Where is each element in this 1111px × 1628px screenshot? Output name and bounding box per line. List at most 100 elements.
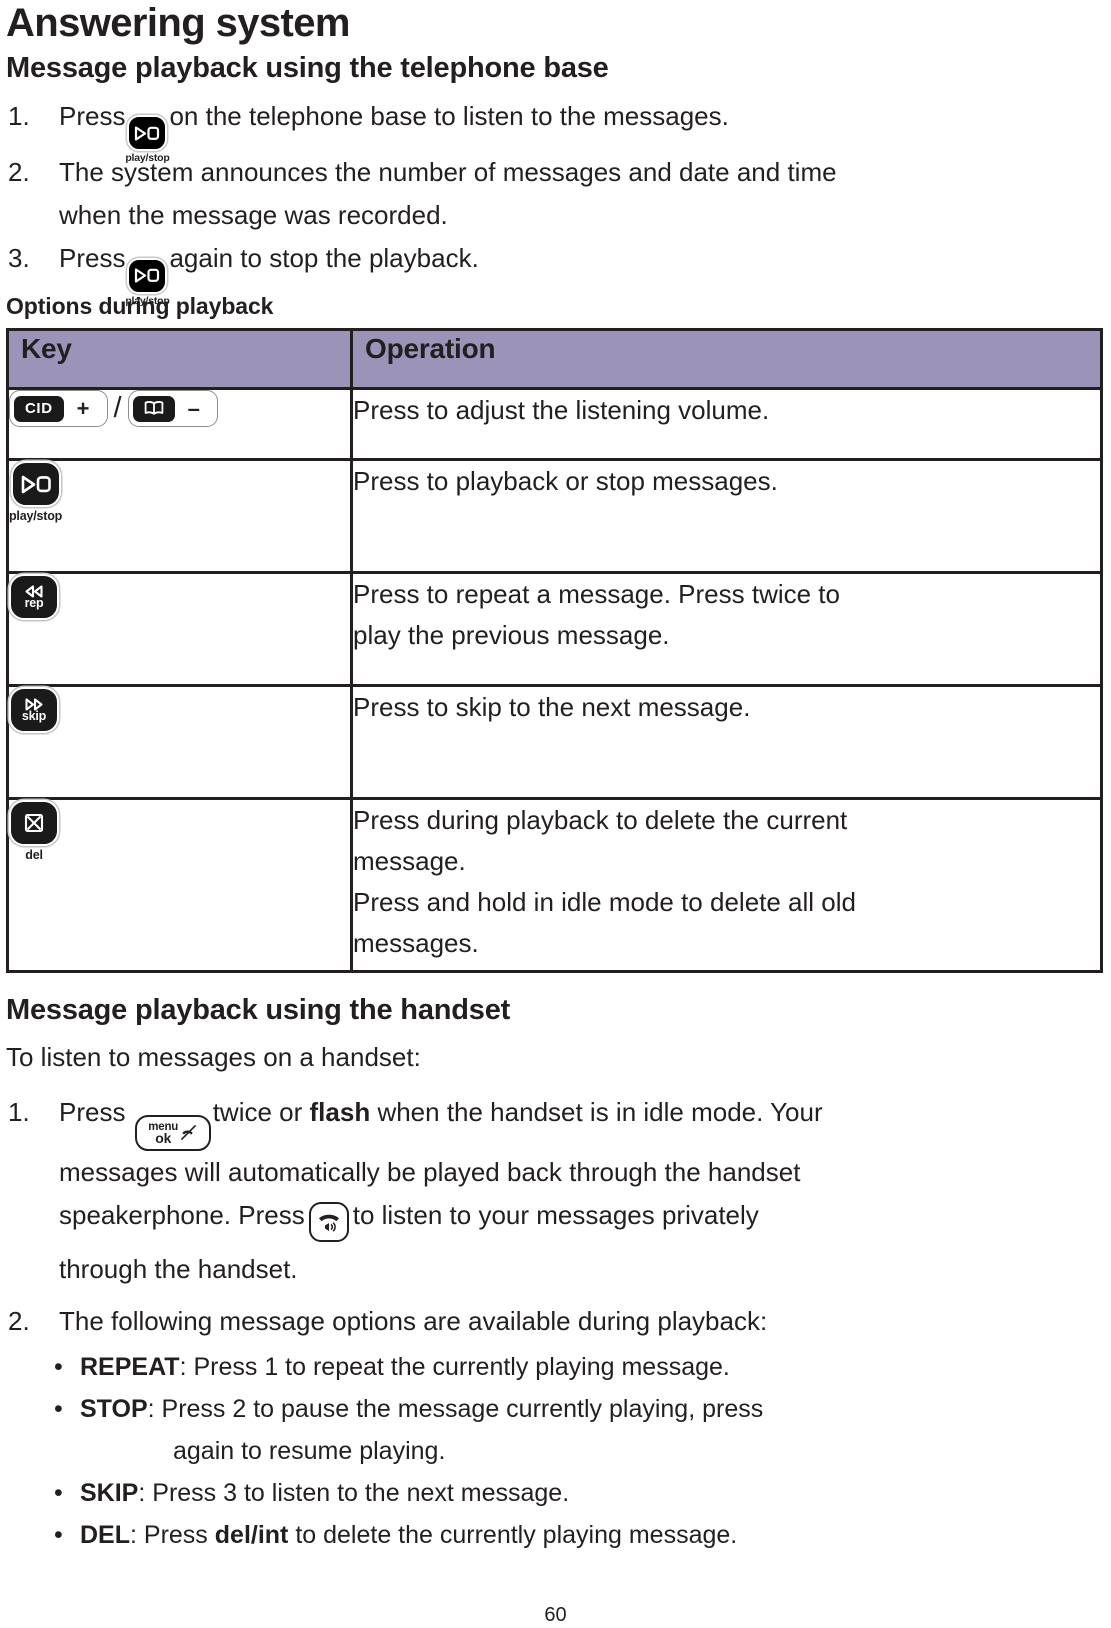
list-item: • STOP: Press 2 to pause the message curr… bbox=[48, 1388, 1105, 1472]
step-item-2: 2. The following message options are avai… bbox=[6, 1300, 1105, 1343]
operation-line: Press during playback to delete the curr… bbox=[353, 805, 848, 836]
play-stop-key-icon[interactable]: play/stop bbox=[9, 461, 62, 524]
step-text-4: speakerphone. Press bbox=[59, 1199, 305, 1230]
bullet-label-skip: SKIP bbox=[80, 1478, 139, 1507]
key-separator: / bbox=[113, 392, 122, 425]
volume-keys-group: CID + / – bbox=[9, 390, 350, 428]
bullet-dot: • bbox=[54, 1520, 63, 1549]
step-item-1: 1. Press menu ok twice or flash when the … bbox=[6, 1091, 1105, 1291]
play-stop-key-icon: play/stop bbox=[125, 115, 170, 164]
step-text-after: on the telephone base to listen to the m… bbox=[169, 100, 729, 131]
play-stop-icon bbox=[135, 126, 160, 141]
operation-line: message. bbox=[353, 846, 466, 877]
column-header-operation: Operation bbox=[350, 328, 1103, 391]
phonebook-book-icon bbox=[144, 401, 163, 415]
bullet-dot: • bbox=[54, 1352, 63, 1381]
options-table: Key Operation CID + / – Press to adjust … bbox=[6, 328, 1103, 974]
base-steps-list: 1. Press play/stop on the telephone base to… bbox=[6, 95, 1105, 307]
step-text-5: to listen to your messages privately bbox=[352, 1199, 759, 1230]
speakerphone-button[interactable] bbox=[308, 1201, 349, 1242]
play-stop-key-caption: play/stop bbox=[125, 294, 170, 307]
step-line-2: messages will automatically be played ba… bbox=[59, 1156, 801, 1187]
rep-button[interactable]: rep bbox=[9, 574, 59, 621]
volume-up-sign: + bbox=[76, 395, 90, 421]
operation-line: messages. bbox=[353, 928, 479, 959]
table-row: CID + / – Press to adjust the listening … bbox=[6, 387, 1103, 462]
menu-ok-button[interactable]: menu ok bbox=[134, 1114, 211, 1151]
operation-cell: Press to repeat a message. Press twice t… bbox=[350, 571, 1103, 688]
table-row: skip Press to skip to the next message. bbox=[6, 684, 1103, 801]
play-stop-button[interactable] bbox=[10, 461, 61, 508]
bullet-dot: • bbox=[54, 1394, 63, 1423]
step-line-4: through the handset. bbox=[59, 1253, 298, 1284]
del-key-caption: del bbox=[25, 848, 43, 863]
step-text-before: Press bbox=[59, 100, 126, 131]
rep-button-label: rep bbox=[24, 595, 44, 610]
bullet-sep: : bbox=[179, 1352, 194, 1381]
operation-cell: Press to adjust the listening volume. bbox=[350, 387, 1103, 462]
key-cell-play-stop: play/stop bbox=[6, 458, 353, 575]
step-number: 3. bbox=[8, 243, 30, 274]
table-row: del Press during playback to delete the … bbox=[6, 797, 1103, 974]
list-item: • REPEAT: Press 1 to repeat the currently… bbox=[48, 1346, 1105, 1388]
bullet-text-post: to delete the currently playing message. bbox=[288, 1520, 738, 1549]
column-header-key: Key bbox=[6, 328, 353, 391]
step-line-2: when the message was recorded. bbox=[59, 200, 448, 231]
bullet-sep: : bbox=[147, 1394, 162, 1423]
speakerphone-icon bbox=[318, 1214, 339, 1232]
key-cell-del: del bbox=[6, 797, 353, 974]
menu-ok-key-icon[interactable]: menu ok bbox=[134, 1100, 211, 1151]
operation-cell: Press to skip to the next message. bbox=[350, 684, 1103, 801]
table-row: play/stop Press to playback or stop mess… bbox=[6, 458, 1103, 575]
list-item: • SKIP: Press 3 to listen to the next mes… bbox=[48, 1472, 1105, 1514]
key-cell-volume: CID + / – bbox=[6, 387, 353, 462]
cid-key-label: CID bbox=[14, 395, 64, 422]
cid-volume-up-key[interactable]: CID + bbox=[9, 390, 108, 428]
flash-bold-text: flash bbox=[309, 1097, 371, 1128]
step-item-1: 1. Press play/stop on the telephone base to… bbox=[6, 95, 1105, 165]
bullet-text-pre: Press bbox=[143, 1520, 215, 1549]
operation-line: Press to adjust the listening volume. bbox=[353, 395, 770, 426]
play-stop-icon bbox=[135, 268, 160, 283]
play-stop-icon bbox=[21, 475, 51, 493]
play-stop-glyph-wrap bbox=[127, 115, 168, 152]
step-text-1: Press bbox=[59, 1097, 126, 1128]
operation-line: Press to repeat a message. Press twice t… bbox=[353, 579, 840, 610]
step-line-1: The system announces the number of messa… bbox=[59, 157, 837, 188]
section-heading-handset: Message playback using the handset bbox=[6, 994, 511, 1027]
skip-button[interactable]: skip bbox=[9, 687, 59, 734]
phonebook-volume-down-key[interactable]: – bbox=[127, 390, 218, 428]
playback-options-bullets: • REPEAT: Press 1 to repeat the currently… bbox=[6, 1346, 1105, 1556]
step-item-2: 2. The system announces the number of mes… bbox=[6, 151, 1105, 237]
phonebook-icon bbox=[132, 395, 175, 422]
bullet-text: Press 2 to pause the message currently p… bbox=[161, 1394, 764, 1423]
table-row: rep Press to repeat a message. Press twi… bbox=[6, 571, 1103, 688]
step-text: The following message options are availa… bbox=[59, 1305, 768, 1336]
fast-forward-skip-key-icon[interactable]: skip bbox=[9, 687, 59, 734]
bullet-sep: : bbox=[138, 1478, 153, 1507]
step-text-3: when the handset is in idle mode. Your bbox=[377, 1097, 823, 1128]
bullet-text: Press 1 to repeat the currently playing … bbox=[193, 1352, 730, 1381]
step-number: 2. bbox=[8, 157, 30, 188]
ok-label: ok bbox=[155, 1130, 172, 1147]
rewind-repeat-key-icon[interactable]: rep bbox=[9, 574, 59, 621]
bullet-label-del: DEL bbox=[80, 1520, 130, 1549]
bullet-sep: : bbox=[130, 1520, 144, 1549]
page-number: 60 bbox=[544, 1604, 567, 1626]
section-heading-base: Message playback using the telephone bas… bbox=[6, 52, 609, 84]
step-number: 1. bbox=[8, 1097, 30, 1128]
step-text-after: again to stop the playback. bbox=[169, 243, 479, 274]
operation-line: play the previous message. bbox=[353, 620, 670, 651]
bullet-continuation: again to resume playing. bbox=[173, 1436, 446, 1465]
del-button[interactable] bbox=[9, 800, 59, 847]
step-text-2: twice or bbox=[212, 1097, 303, 1128]
speakerphone-key-icon[interactable] bbox=[308, 1201, 349, 1248]
skip-button-label: skip bbox=[21, 708, 47, 723]
key-cell-rep: rep bbox=[6, 571, 353, 688]
page-title: Answering system bbox=[6, 1, 350, 45]
step-line-3: speakerphone. Press to listen to your mes… bbox=[59, 1194, 1105, 1248]
bullet-label-stop: STOP bbox=[80, 1394, 148, 1423]
delete-key-icon[interactable]: del bbox=[9, 800, 59, 863]
mute-handset-icon bbox=[180, 1124, 197, 1141]
step-item-3: 3. Press play/stop again to stop the playba… bbox=[6, 237, 1105, 307]
